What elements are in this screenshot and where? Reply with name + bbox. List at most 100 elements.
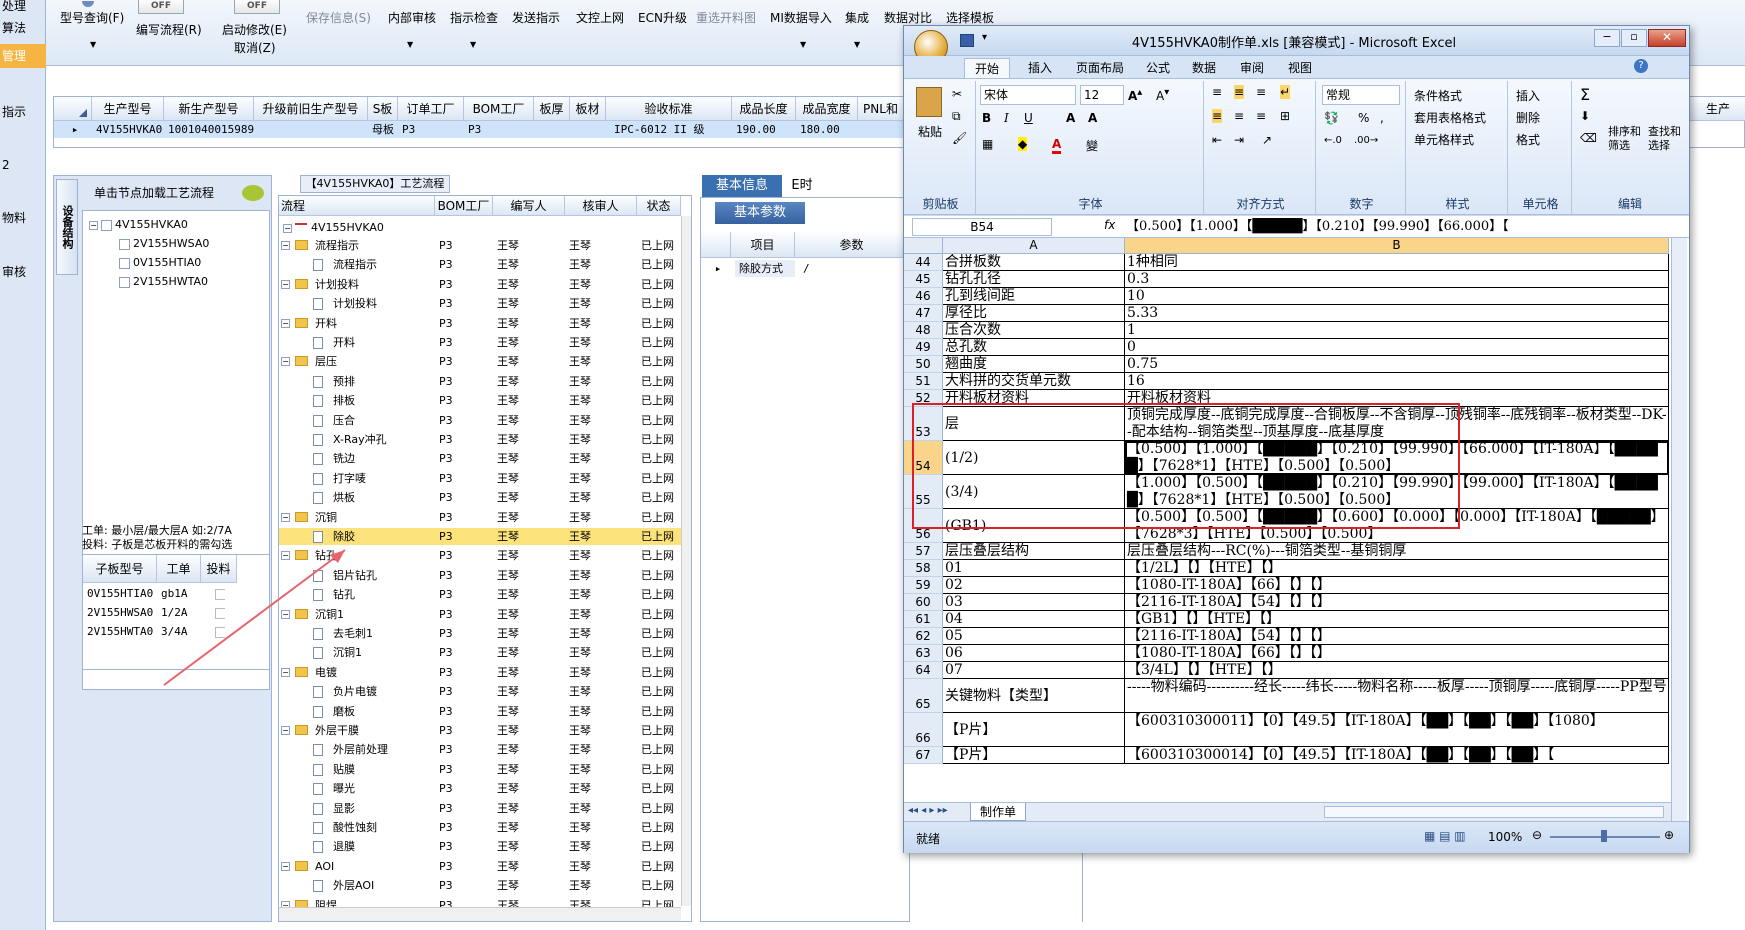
cell-b[interactable]: 层压叠层结构---RC(%)---铜箔类型--基铜铜厚 [1125, 543, 1669, 560]
table-format-button[interactable]: 套用表格格式 [1414, 109, 1486, 126]
align-center-icon[interactable]: ≡ [1234, 109, 1244, 123]
collapse-icon[interactable]: − [281, 726, 290, 735]
increase-decimal-icon[interactable]: ←.0 [1324, 135, 1342, 146]
collapse-icon[interactable]: − [281, 318, 290, 328]
nav-item-indicate[interactable]: 指示 [0, 102, 46, 122]
flow-step-row[interactable]: 酸性蚀刻 P3 王琴 王琴 已上网 [279, 819, 681, 836]
write-flow-switch[interactable]: OFF [138, 0, 184, 14]
select-all-corner[interactable] [904, 238, 943, 254]
flow-step-row[interactable]: 预排 P3 王琴 王琴 已上网 [279, 373, 681, 390]
indicate-check-dropdown[interactable]: ▼ [470, 36, 476, 50]
col-header-length[interactable]: 成品长度 [732, 97, 796, 121]
save-icon[interactable] [960, 34, 974, 47]
cell-b[interactable]: 【600310300014】【0】【49.5】【IT-180A】【██】【██】… [1125, 747, 1669, 764]
nav-item-2[interactable]: 2 [0, 155, 46, 175]
sub-cell-model[interactable]: 0V155HTIA0 [83, 585, 157, 602]
col-header-bom[interactable]: BOM工厂 [435, 196, 493, 216]
align-right-icon[interactable]: ≡ [1256, 109, 1266, 123]
cell-a[interactable]: 07 [943, 662, 1125, 679]
col-header-param[interactable]: 参数 [795, 232, 909, 258]
underline-icon[interactable]: U [1024, 111, 1033, 125]
cell-b[interactable]: 1 [1125, 322, 1669, 339]
cell-a[interactable]: 总孔数 [943, 339, 1125, 356]
phonetic-icon[interactable]: 變 [1086, 137, 1098, 154]
collapse-icon[interactable]: − [281, 357, 290, 367]
insert-cells-button[interactable]: 插入 [1516, 87, 1540, 104]
col-header-status[interactable]: 状态 [637, 196, 681, 216]
write-flow-button[interactable]: 编写流程(R) [136, 21, 202, 38]
flow-group-row[interactable]: − 计划投料 P3 王琴 王琴 已上网 [279, 276, 681, 293]
cell-b[interactable]: 0.75 [1125, 356, 1669, 373]
merge-icon[interactable]: ⊞ [1280, 109, 1290, 123]
cancel-button[interactable]: 取消(Z) [234, 39, 276, 56]
cell-standard[interactable]: IPC-6012 II 级 [610, 121, 732, 138]
align-left-icon[interactable]: ≡ [1212, 109, 1223, 123]
cell-b[interactable]: 5.33 [1125, 305, 1669, 322]
cell-a[interactable]: 【P片】 [943, 713, 1125, 747]
paste-button[interactable]: 粘贴 [918, 123, 942, 140]
col-header-pnl[interactable]: PNL和 [858, 97, 904, 121]
row-header[interactable]: 50 [904, 356, 943, 373]
flow-step-row[interactable]: 磨板 P3 王琴 王琴 已上网 [279, 703, 681, 720]
zoom-level[interactable]: 100% [1488, 830, 1522, 844]
tab-page-layout[interactable]: 页面布局 [1070, 58, 1130, 78]
cell-b[interactable]: 【2116-IT-180A】【54】【】【】 [1125, 628, 1669, 645]
minimize-button[interactable]: − [1594, 29, 1620, 47]
flow-root-node[interactable]: − 4V155HVKA0 [283, 218, 384, 237]
row-header[interactable]: 64 [904, 662, 943, 679]
cell-bom-factory[interactable]: P3 [464, 121, 534, 138]
restore-button[interactable]: ▫ [1621, 29, 1647, 47]
subtab-basic-params[interactable]: 基本参数 [715, 202, 805, 224]
select-template-button[interactable]: 选择模板 [946, 9, 994, 26]
col-header-item[interactable]: 项目 [731, 232, 795, 258]
row-header[interactable]: 66 [904, 713, 943, 747]
cell-a[interactable]: 06 [943, 645, 1125, 662]
cell-item[interactable]: 除胶方式 [735, 260, 795, 277]
row-header[interactable]: 51 [904, 373, 943, 390]
cell-a[interactable]: 01 [943, 560, 1125, 577]
border-icon[interactable]: ▦ [982, 137, 993, 151]
collapse-icon[interactable]: − [281, 241, 290, 250]
cell-width[interactable]: 180.00 [796, 121, 858, 138]
checkbox[interactable] [119, 238, 130, 250]
paste-icon[interactable] [916, 87, 942, 117]
align-bottom-icon[interactable]: ≡ [1256, 85, 1266, 99]
flow-step-row[interactable]: 退膜 P3 王琴 王琴 已上网 [279, 838, 681, 855]
flow-step-row[interactable]: 开料 P3 王琴 王琴 已上网 [279, 334, 681, 351]
col-header-production[interactable]: 生产 [1690, 97, 1745, 121]
indent-increase-icon[interactable]: ⇥ [1234, 133, 1244, 147]
close-button[interactable]: ✕ [1648, 29, 1686, 47]
flow-step-row[interactable]: 除胶 P3 王琴 王琴 已上网 [279, 528, 681, 545]
flow-group-row[interactable]: − 外层干膜 P3 王琴 王琴 已上网 [279, 722, 681, 739]
col-header-bom-factory[interactable]: BOM工厂 [464, 97, 534, 121]
col-header-standard[interactable]: 验收标准 [606, 97, 732, 121]
wrap-text-icon[interactable]: ↵ [1280, 85, 1291, 99]
tree-node-child[interactable]: 0V155HTIA0 [119, 253, 201, 272]
fill-color-icon[interactable]: ◆ [1018, 137, 1028, 151]
row-header[interactable]: 49 [904, 339, 943, 356]
cell-style-button[interactable]: 单元格样式 [1414, 131, 1474, 148]
shrink-font-icon[interactable]: A▾ [1156, 87, 1169, 103]
internal-audit-dropdown[interactable]: ▼ [407, 36, 413, 50]
bold-icon[interactable]: B [982, 111, 991, 125]
row-header[interactable]: 63 [904, 645, 943, 662]
cell-a[interactable]: 翘曲度 [943, 356, 1125, 373]
cell-b[interactable]: 1种相同 [1125, 254, 1669, 271]
sort-filter-button[interactable]: 排序和 筛选 [1608, 125, 1641, 153]
cell-new-model[interactable]: 10010400159899 [164, 121, 254, 138]
col-header-flow[interactable]: 流程 [279, 196, 435, 216]
format-cells-button[interactable]: 格式 [1516, 131, 1540, 148]
tab-view[interactable]: 视图 [1280, 58, 1320, 78]
row-header[interactable]: 62 [904, 628, 943, 645]
font-color-icon[interactable]: A [1052, 137, 1062, 154]
collapse-icon[interactable]: − [281, 861, 290, 871]
align-top-icon[interactable]: ≡ [1212, 85, 1222, 99]
zoom-out-icon[interactable]: ⊖ [1532, 828, 1542, 842]
grow-font-icon[interactable]: A▴ [1128, 87, 1142, 103]
help-icon[interactable]: ? [1634, 59, 1648, 73]
tab-basic-info[interactable]: 基本信息 [702, 175, 782, 197]
conditional-format-button[interactable]: 条件格式 [1414, 87, 1462, 104]
flow-step-row[interactable]: 显影 P3 王琴 王琴 已上网 [279, 800, 681, 817]
nav-item-process[interactable]: 处理 [0, 0, 46, 16]
col-header-order-factory[interactable]: 订单工厂 [398, 97, 464, 121]
